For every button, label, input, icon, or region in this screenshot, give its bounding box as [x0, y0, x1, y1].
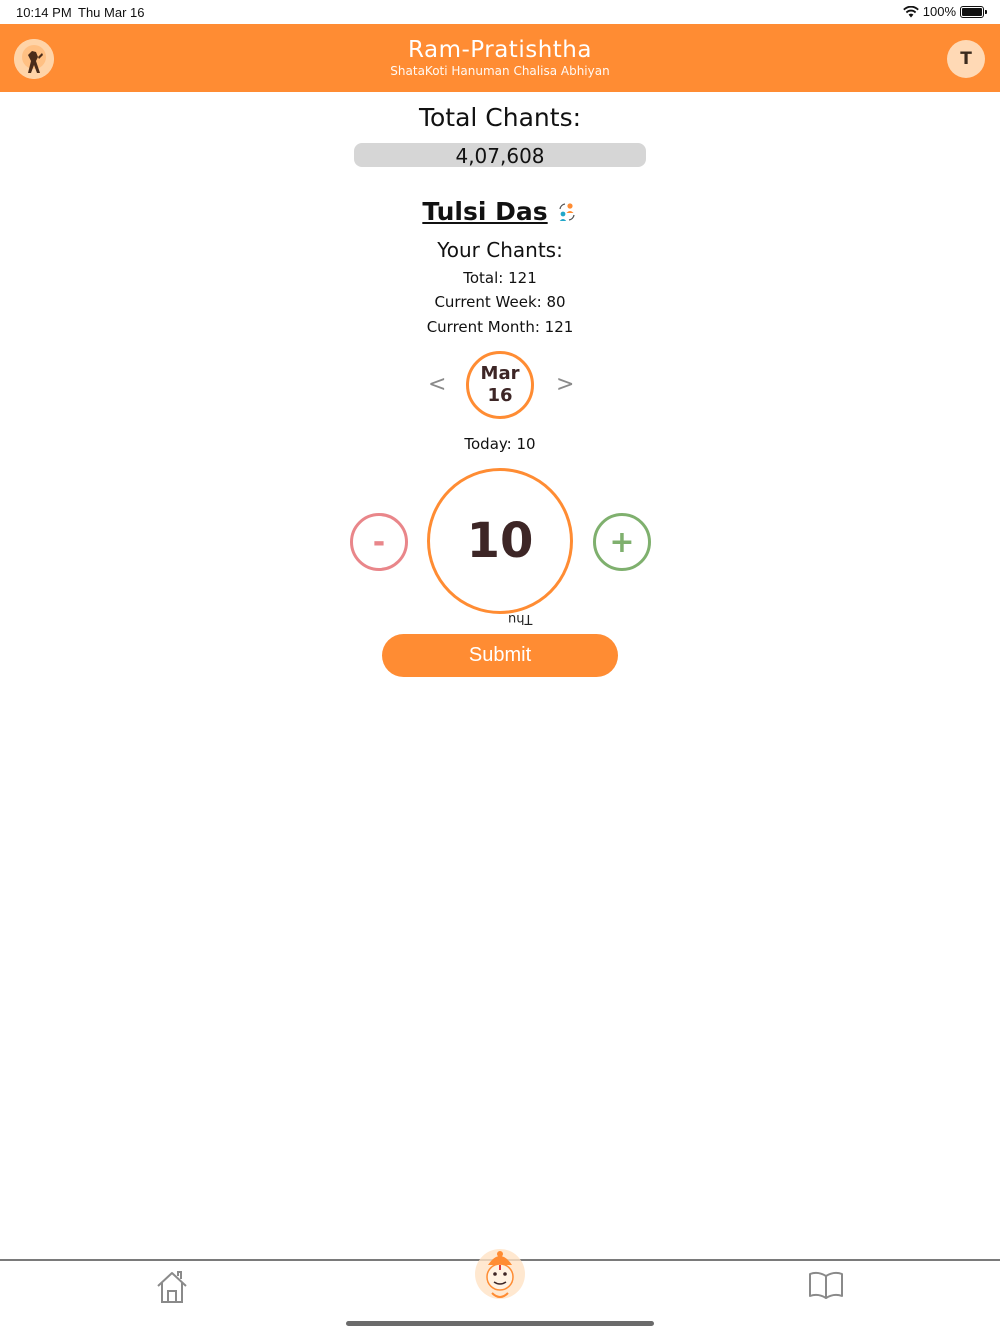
chant-counter[interactable]: 10	[427, 468, 573, 614]
today-count: Today: 10	[464, 435, 536, 453]
tab-home[interactable]	[154, 1270, 190, 1308]
counter-day-label: Thu	[508, 611, 533, 626]
user-month-chants: Current Month: 121	[426, 318, 574, 336]
total-chants-heading: Total Chants:	[418, 103, 582, 132]
app-header: Ram-Pratishtha ShataKoti Hanuman Chalisa…	[0, 24, 1000, 92]
home-indicator[interactable]	[346, 1321, 654, 1326]
app-title: Ram-Pratishtha	[408, 37, 592, 63]
user-total-chants: Total: 121	[463, 269, 537, 287]
book-icon	[809, 1271, 843, 1299]
switch-user-icon[interactable]	[556, 201, 578, 223]
status-date: Thu Mar 16	[78, 5, 145, 20]
selected-month: Mar	[480, 363, 520, 384]
total-chants-value: 4,07,608	[354, 143, 646, 168]
home-icon	[157, 1271, 187, 1303]
prev-date-button[interactable]: <	[428, 372, 446, 397]
user-avatar[interactable]: T	[947, 40, 985, 78]
tab-chalisa[interactable]	[808, 1270, 844, 1304]
selected-day: 16	[487, 385, 513, 406]
tab-chant[interactable]	[474, 1245, 526, 1303]
next-date-button[interactable]: >	[556, 372, 574, 397]
battery-icon	[960, 5, 987, 18]
battery-percent: 100%	[922, 4, 956, 19]
status-time: 10:14 PM	[16, 5, 72, 20]
user-name-row: Tulsi Das	[0, 197, 1000, 226]
submit-button[interactable]: Submit	[382, 634, 618, 677]
wifi-icon	[902, 5, 919, 17]
increment-button[interactable]: +	[593, 513, 651, 571]
user-week-chants: Current Week: 80	[434, 293, 566, 311]
decrement-button[interactable]: -	[350, 513, 408, 571]
status-bar: 10:14 PM Thu Mar 16 100%	[0, 0, 1000, 24]
selected-date[interactable]: Mar 16	[466, 351, 534, 419]
user-name-link[interactable]: Tulsi Das	[422, 197, 547, 226]
status-right: 100%	[902, 4, 987, 19]
your-chants-heading: Your Chants:	[437, 238, 563, 262]
hanuman-icon	[475, 1249, 525, 1299]
app-subtitle: ShataKoti Hanuman Chalisa Abhiyan	[390, 64, 610, 78]
